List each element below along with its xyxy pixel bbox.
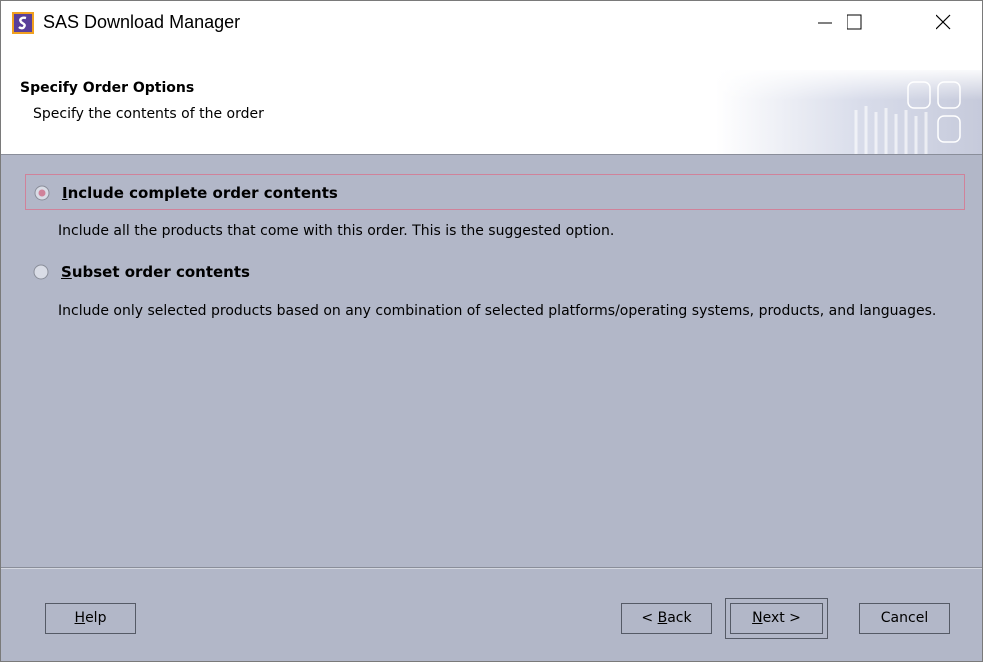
header-divider [1,154,982,155]
wizard-header: Specify Order Options Specify the conten… [1,43,982,154]
minimize-icon [818,22,832,24]
option-subset-order-label: Subset order contents [61,263,250,281]
radio-selected-icon[interactable] [34,185,50,201]
option-complete-order[interactable]: Include complete order contents [25,174,965,210]
option-complete-order-label: Include complete order contents [62,184,338,202]
help-button[interactable]: Help [45,603,136,634]
title-bar[interactable]: SAS Download Manager [1,1,982,43]
back-button[interactable]: < Back [621,603,712,634]
cancel-button[interactable]: Cancel [859,603,950,634]
header-banner-graphic [716,70,982,154]
radio-unselected-icon[interactable] [33,264,49,280]
option-subset-order[interactable]: Subset order contents [25,254,965,290]
page-title: Specify Order Options [20,80,195,96]
sas-download-manager-window: SAS Download Manager Specify Order Optio… [0,0,983,662]
close-icon [936,14,951,30]
minimize-button[interactable] [801,1,847,43]
maximize-button[interactable] [847,1,893,43]
footer-divider-highlight [1,568,982,569]
maximize-icon [847,14,862,30]
page-subtitle: Specify the contents of the order [33,106,264,122]
sas-logo-icon [12,12,34,34]
option-complete-order-description: Include all the products that come with … [58,223,615,239]
close-button[interactable] [936,1,982,43]
option-subset-order-description: Include only selected products based on … [58,303,937,319]
next-button[interactable]: Next > [730,603,823,634]
window-title: SAS Download Manager [43,12,241,32]
